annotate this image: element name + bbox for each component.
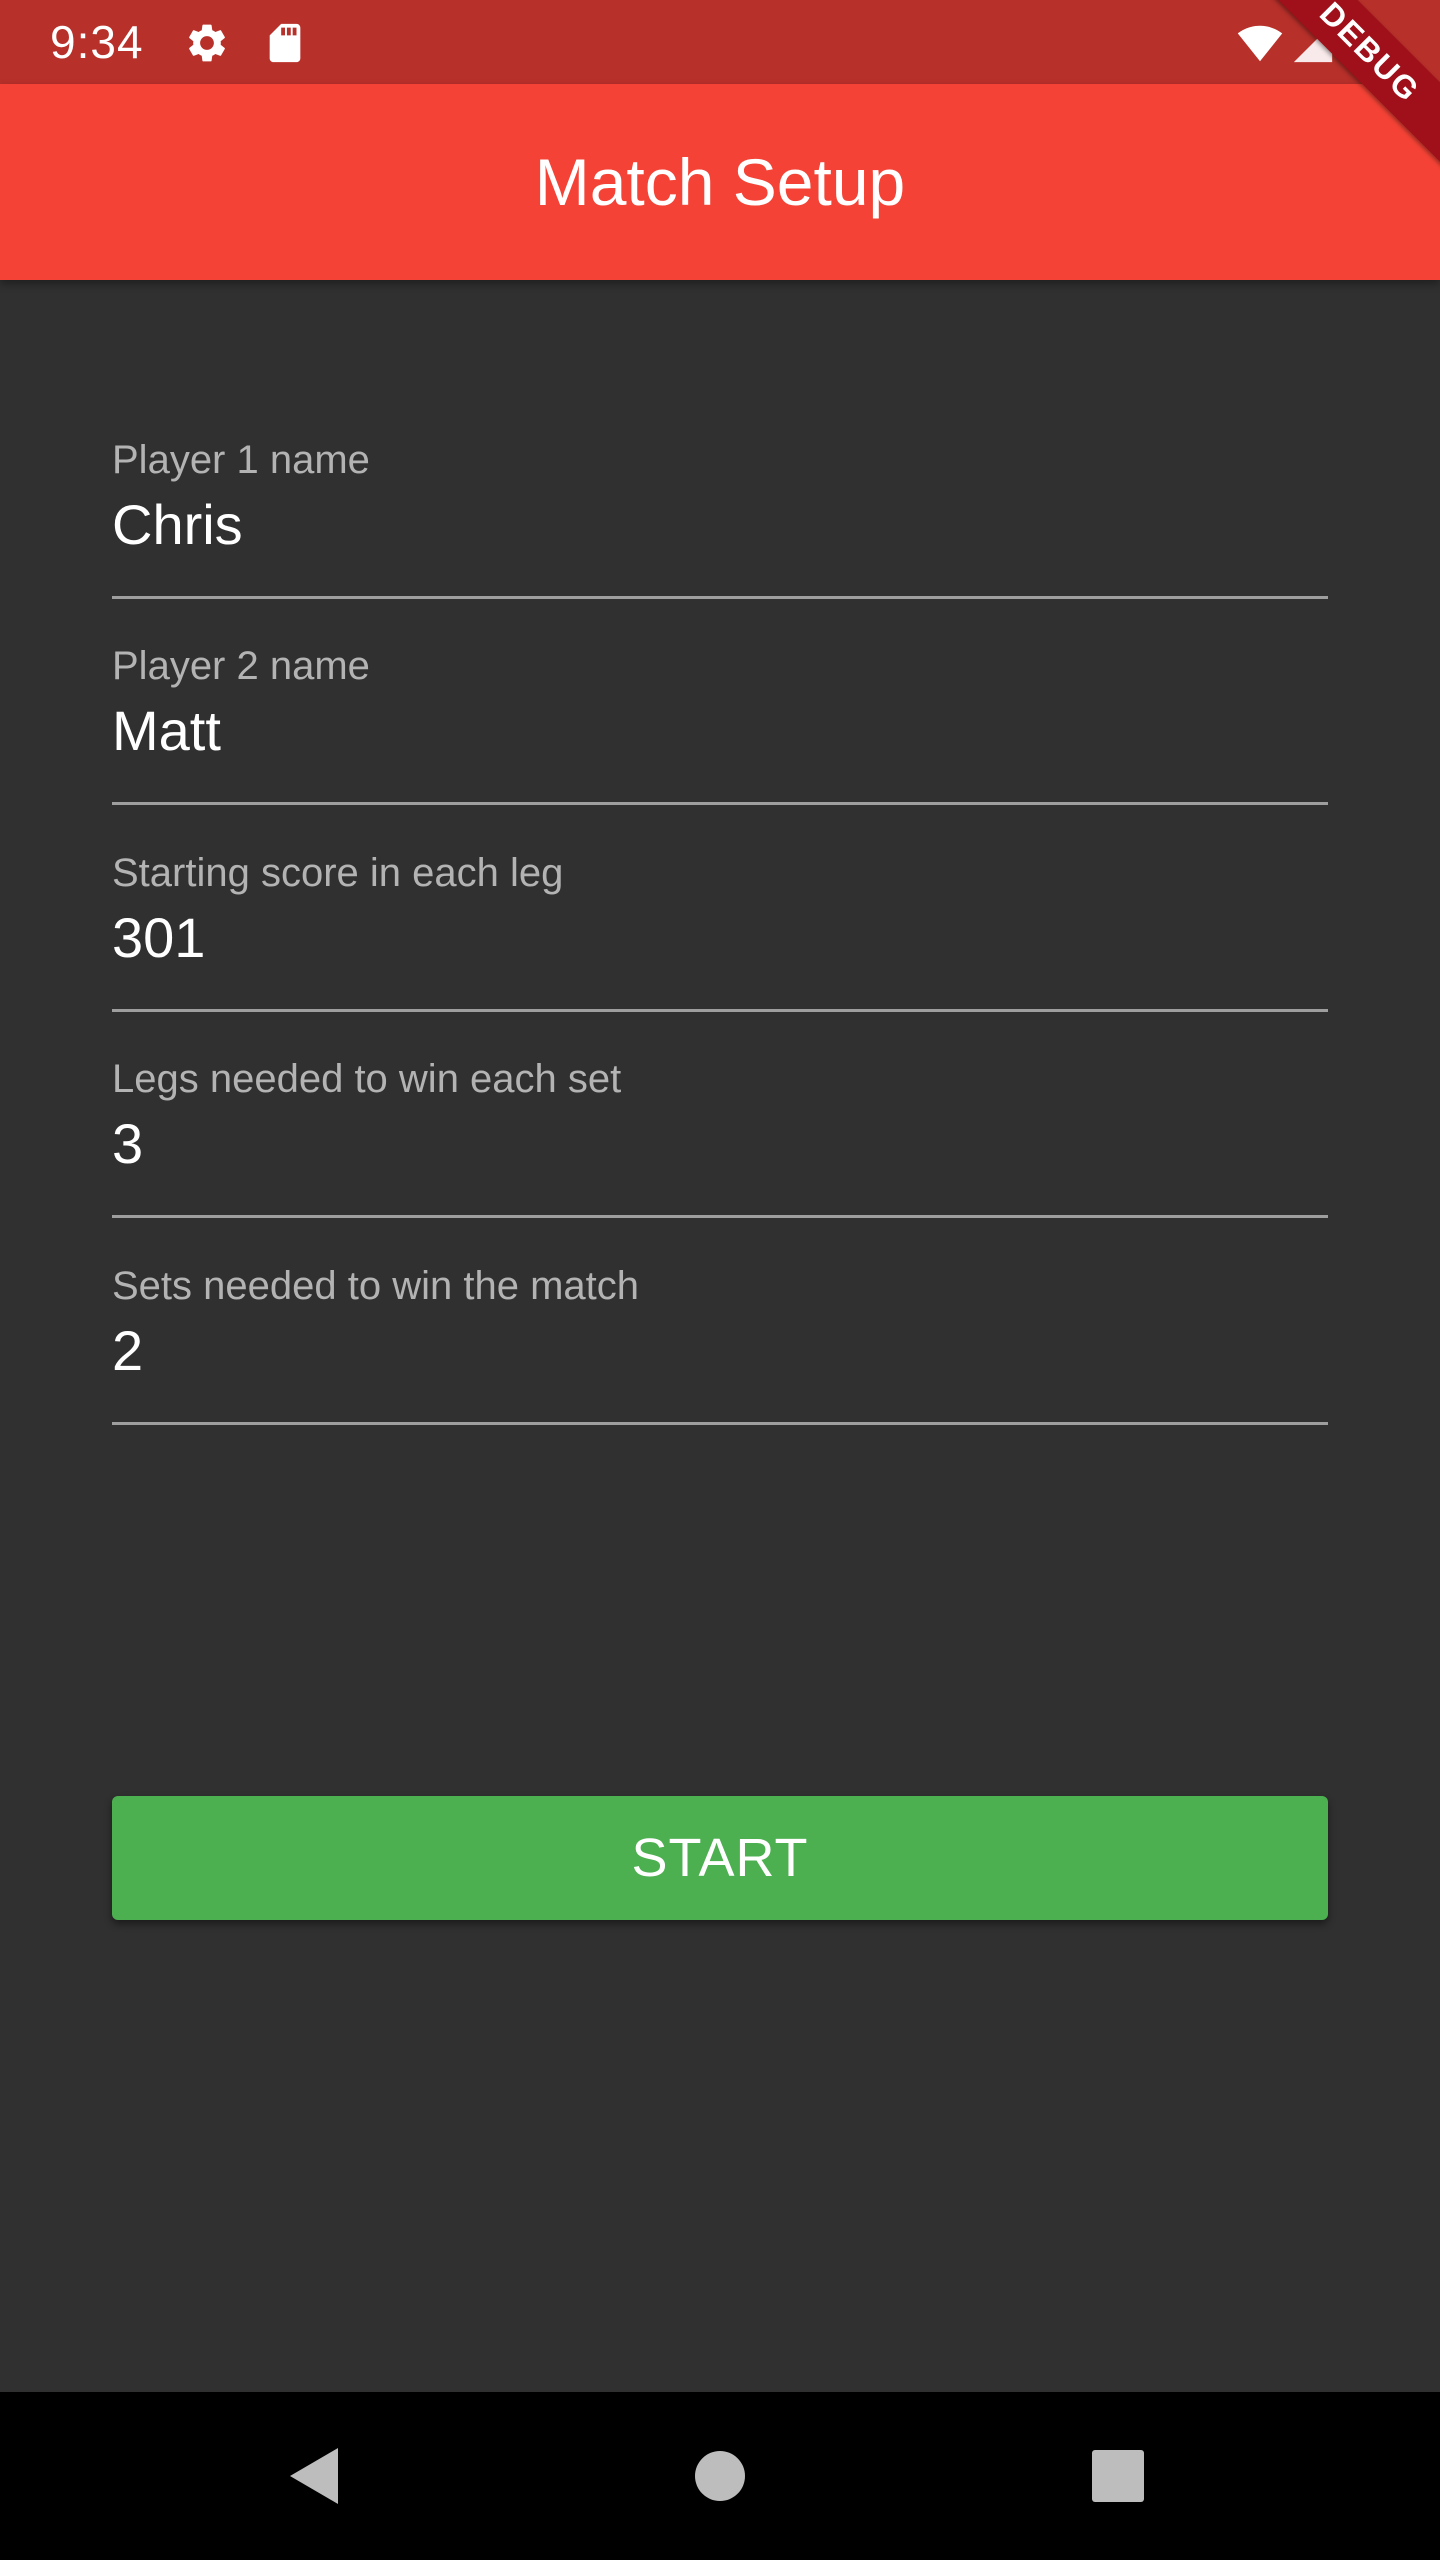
back-icon[interactable] <box>276 2436 356 2516</box>
player2-name-label: Player 2 name <box>112 644 370 688</box>
starting-score-label: Starting score in each leg <box>112 851 564 895</box>
sets-per-match-input[interactable] <box>112 1310 1328 1390</box>
player1-name-field[interactable]: Player 1 name <box>112 432 1328 638</box>
recents-icon[interactable] <box>1078 2436 1158 2516</box>
legs-per-set-input[interactable] <box>112 1103 1328 1183</box>
status-time: 9:34 <box>50 16 144 68</box>
home-icon[interactable] <box>680 2436 760 2516</box>
legs-per-set-label: Legs needed to win each set <box>112 1057 622 1101</box>
legs-per-set-field[interactable]: Legs needed to win each set <box>112 1051 1328 1257</box>
field-underline <box>112 802 1328 805</box>
field-underline <box>112 596 1328 599</box>
sd-card-icon <box>262 20 308 66</box>
settings-icon <box>184 20 230 66</box>
field-underline <box>112 1215 1328 1218</box>
wifi-icon <box>1232 20 1288 66</box>
sets-per-match-label: Sets needed to win the match <box>112 1264 639 1308</box>
player1-name-input[interactable] <box>112 484 1328 564</box>
start-button[interactable]: START <box>112 1796 1328 1920</box>
starting-score-field[interactable]: Starting score in each leg <box>112 845 1328 1051</box>
starting-score-input[interactable] <box>112 897 1328 977</box>
navigation-bar <box>0 2392 1440 2560</box>
player1-name-label: Player 1 name <box>112 438 370 482</box>
player2-name-field[interactable]: Player 2 name <box>112 638 1328 844</box>
status-bar: 9:34 <box>0 0 1440 84</box>
player2-name-input[interactable] <box>112 690 1328 770</box>
page-title: Match Setup <box>534 145 906 219</box>
field-underline <box>112 1009 1328 1012</box>
sets-per-match-field[interactable]: Sets needed to win the match <box>112 1258 1328 1464</box>
app-bar: Match Setup <box>0 84 1440 280</box>
field-underline <box>112 1422 1328 1425</box>
